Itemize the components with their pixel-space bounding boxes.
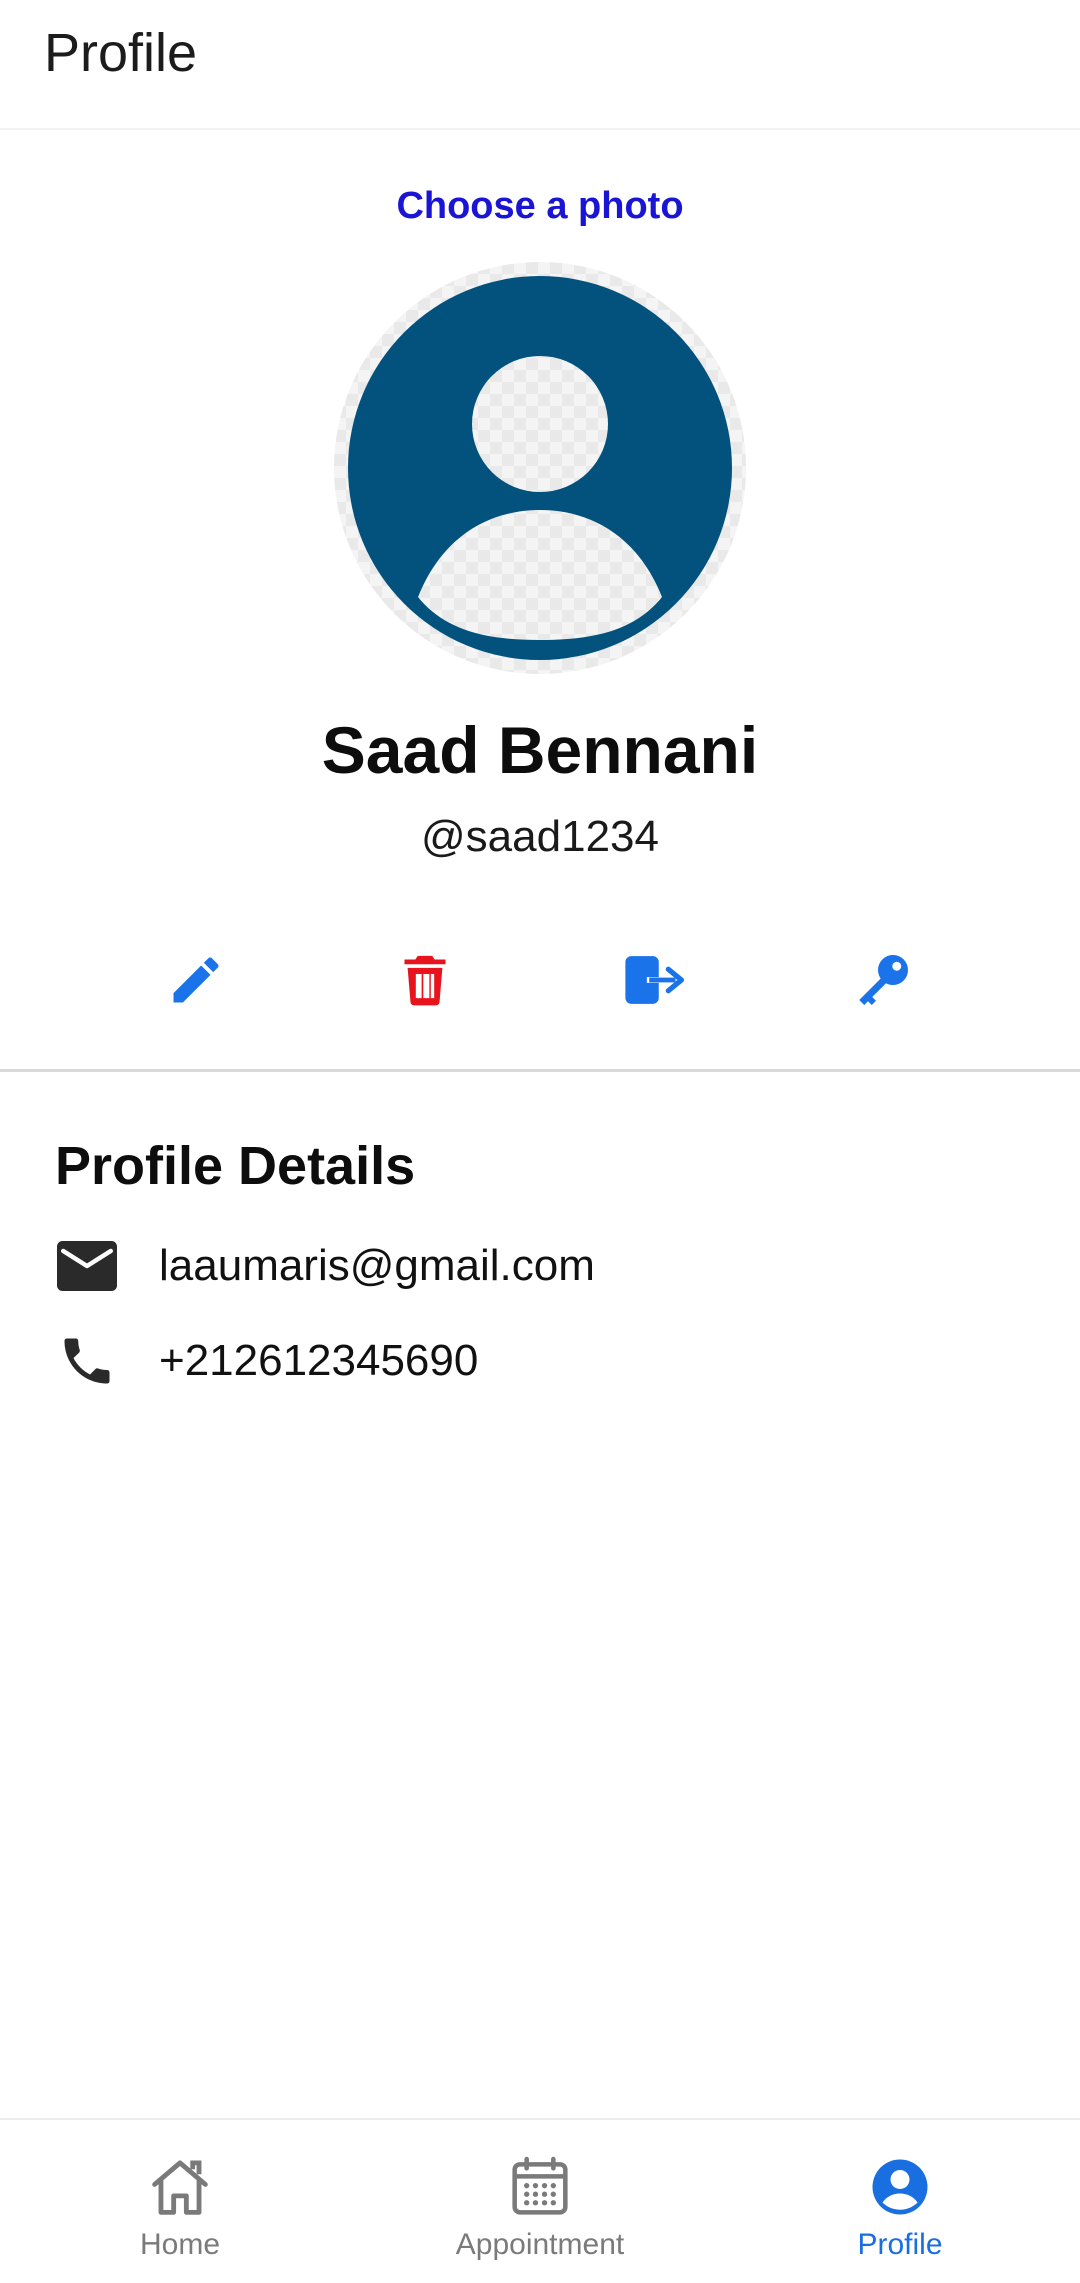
bottom-navigation: Home Appointment Profile bbox=[0, 2118, 1080, 2281]
nav-item-home[interactable]: Home bbox=[0, 2120, 360, 2283]
delete-account-button[interactable] bbox=[385, 940, 465, 1020]
nav-label-profile: Profile bbox=[857, 2228, 943, 2261]
avatar-placeholder-icon bbox=[334, 262, 746, 674]
mail-icon bbox=[55, 1234, 119, 1298]
logout-button[interactable] bbox=[614, 940, 694, 1020]
calendar-icon bbox=[507, 2154, 573, 2220]
trash-icon bbox=[404, 955, 446, 1006]
avatar[interactable] bbox=[334, 262, 746, 674]
divider bbox=[0, 1069, 1080, 1072]
email-value: laaumaris@gmail.com bbox=[159, 1241, 595, 1290]
nav-item-profile[interactable]: Profile bbox=[720, 2120, 1080, 2283]
account-circle-icon bbox=[867, 2154, 933, 2220]
user-name: Saad Bennani bbox=[321, 713, 759, 787]
change-password-button[interactable] bbox=[843, 940, 923, 1020]
edit-profile-button[interactable] bbox=[156, 940, 236, 1020]
profile-actions bbox=[0, 940, 1080, 1020]
phone-row: +212612345690 bbox=[55, 1325, 1055, 1397]
phone-icon bbox=[55, 1329, 119, 1393]
page-title: Profile bbox=[44, 23, 198, 83]
app-bar: Profile bbox=[0, 0, 1080, 130]
email-row: laaumaris@gmail.com bbox=[55, 1230, 1055, 1302]
phone-value: +212612345690 bbox=[159, 1336, 479, 1385]
key-icon bbox=[859, 955, 908, 1005]
nav-item-appointment[interactable]: Appointment bbox=[360, 2120, 720, 2283]
choose-photo-link[interactable]: Choose a photo bbox=[0, 185, 1080, 228]
home-icon bbox=[147, 2154, 213, 2220]
user-handle: @saad1234 bbox=[421, 812, 659, 861]
nav-label-home: Home bbox=[139, 2228, 221, 2261]
profile-details-heading: Profile Details bbox=[55, 1136, 416, 1196]
pencil-icon bbox=[173, 957, 219, 1003]
logout-icon bbox=[625, 956, 685, 1004]
nav-label-appointment: Appointment bbox=[455, 2228, 625, 2261]
